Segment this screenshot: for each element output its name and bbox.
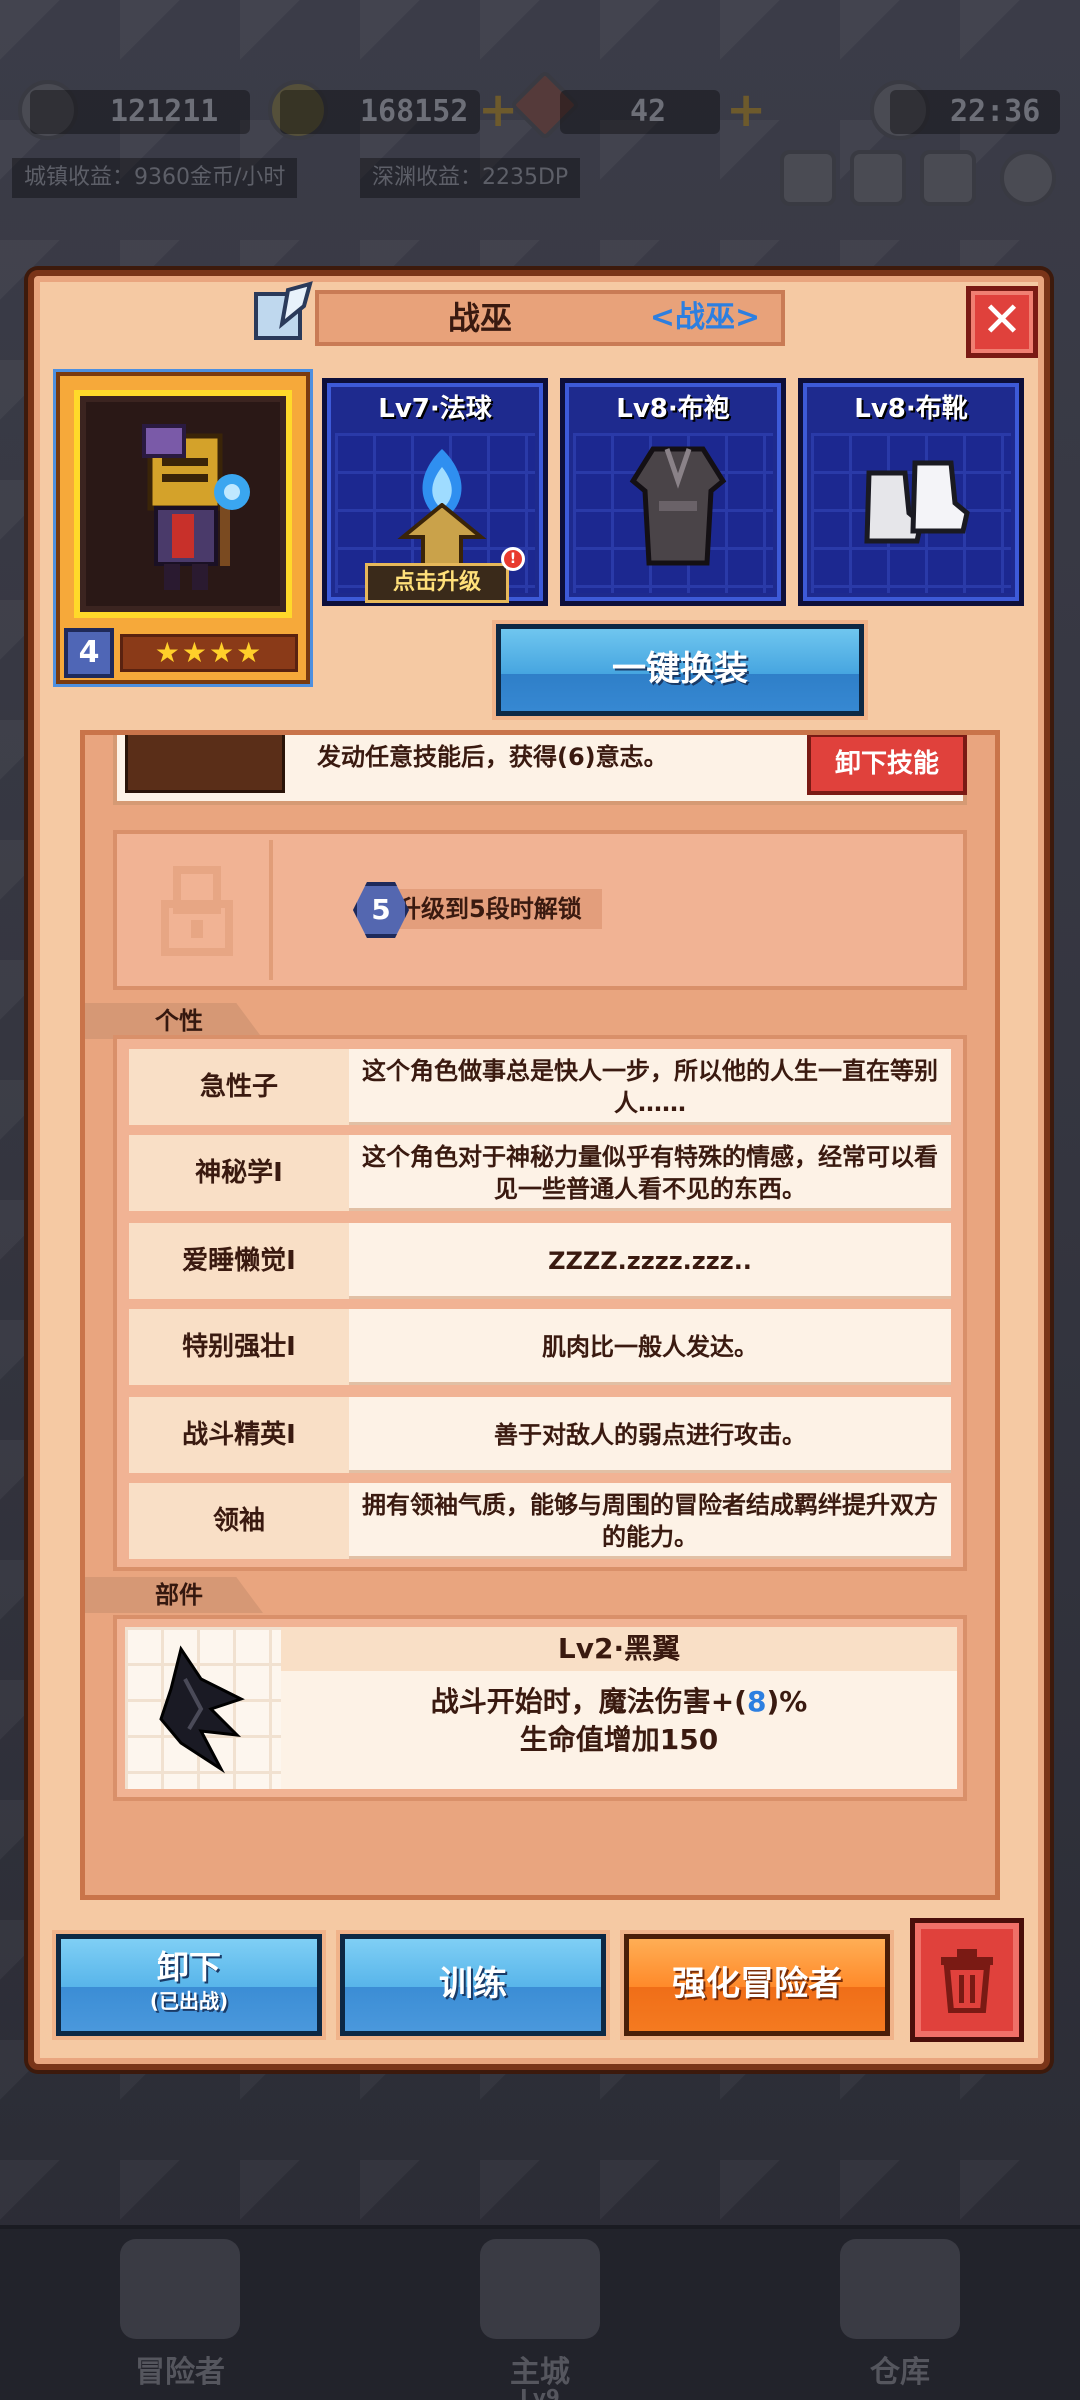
hero-stars: ★★★★ <box>120 634 298 672</box>
scroll-quill-icon <box>248 280 318 350</box>
upgrade-button[interactable]: 点击升级 <box>365 563 509 603</box>
part-card: Lv2·黑翼 战斗开始时，魔法伤害+(8)% 生命值增加150 <box>113 1615 967 1801</box>
part-effect-value: 8 <box>746 1685 767 1718</box>
trait-name: 战斗精英I <box>129 1397 349 1473</box>
upgrade-arrow-icon <box>397 503 487 567</box>
skill-description: 发动任意技能后，获得(6)意志。 <box>317 743 668 771</box>
enhance-adventurer-button[interactable]: 强化冒险者 <box>624 1934 890 2036</box>
equip-slot-armor[interactable]: Lv8·布袍 <box>560 378 786 606</box>
trait-description: 拥有领袖气质，能够与周围的冒险者结成羁绊提升双方的能力。 <box>362 1491 938 1551</box>
trait-description: 善于对敌人的弱点进行攻击。 <box>494 1421 806 1449</box>
knight-mage-icon <box>142 424 250 590</box>
settings-gear-icon[interactable] <box>1000 150 1056 206</box>
castle-icon <box>480 2239 600 2339</box>
trait-description: 这个角色做事总是快人一步，所以他的人生一直在等别人…… <box>362 1057 938 1117</box>
trait-name: 爱睡懒觉I <box>129 1223 349 1299</box>
equip-slot-weapon-label: Lv7·法球 <box>378 394 492 424</box>
hero-info-scroll-panel[interactable]: 发动任意技能后，获得(6)意志。 卸下技能 升级到5段时解锁 5 个性 急性子 … <box>80 730 1000 1900</box>
locked-skill-slot: 升级到5段时解锁 5 <box>113 830 967 990</box>
add-gold-button[interactable]: + <box>478 86 518 134</box>
equip-slot-armor-label: Lv8·布袍 <box>616 394 730 424</box>
characters-icon[interactable] <box>780 150 836 206</box>
part-effect: 战斗开始时，魔法伤害+(8)% 生命值增加150 <box>281 1683 957 1759</box>
trait-name: 特别强壮I <box>129 1309 349 1385</box>
nav-warehouse[interactable]: 仓库 <box>780 2229 1020 2400</box>
modal-subtitle: <战巫> <box>649 300 761 335</box>
trait-row: 急性子 这个角色做事总是快人一步，所以他的人生一直在等别人…… <box>129 1049 951 1125</box>
gem-value: 42 <box>560 90 720 134</box>
trash-icon <box>941 1949 993 2013</box>
equip-slot-boots-label: Lv8·布靴 <box>854 394 968 424</box>
nav-adventurer[interactable]: 冒险者 <box>60 2229 300 2400</box>
trait-row: 战斗精英I 善于对敌人的弱点进行攻击。 <box>129 1397 951 1473</box>
unequip-skill-button[interactable]: 卸下技能 <box>807 735 967 795</box>
hero-card[interactable]: 4 ★★★★ <box>56 372 310 684</box>
pet-icon[interactable] <box>850 150 906 206</box>
dismiss-hero-button[interactable] <box>910 1918 1024 2042</box>
equip-slot-weapon[interactable]: Lv7·法球 点击升级 ! <box>322 378 548 606</box>
part-name: Lv2·黑翼 <box>281 1627 957 1671</box>
compass-icon[interactable] <box>920 150 976 206</box>
robe-icon <box>629 446 727 566</box>
part-effect-line2: 生命值增加150 <box>519 1723 719 1756</box>
traits-section-tab: 个性 <box>85 1003 263 1039</box>
nav-main-city-level: Lv9 <box>520 2385 560 2400</box>
part-effect-suffix: )% <box>766 1685 808 1718</box>
modal-title: 战巫 <box>447 299 512 337</box>
skill-thumbnail-icon <box>125 735 285 793</box>
unequip-hero-sublabel: (已出战) <box>149 1989 229 2013</box>
unequip-hero-label: 卸下 <box>156 1948 221 1986</box>
traits-list: 急性子 这个角色做事总是快人一步，所以他的人生一直在等别人…… 神秘学I 这个角… <box>113 1035 967 1571</box>
trait-name: 领袖 <box>129 1483 349 1559</box>
boots-icon <box>864 460 970 544</box>
equip-slot-boots[interactable]: Lv8·布靴 <box>798 378 1024 606</box>
power-value: 121211 <box>30 90 250 134</box>
bottom-navigation: 冒险者 主城 Lv9 仓库 <box>0 2225 1080 2400</box>
town-income: 城镇收益：9360金币/小时 <box>12 158 298 198</box>
nav-main-city[interactable]: 主城 Lv9 <box>420 2229 660 2400</box>
trait-row: 神秘学I 这个角色对于神秘力量似乎有特殊的情感，经常可以看见一些普通人看不见的东… <box>129 1135 951 1211</box>
unequip-hero-button[interactable]: 卸下 (已出战) <box>56 1934 322 2036</box>
adventurer-helmet-icon <box>120 2239 240 2339</box>
trait-row: 爱睡懒觉I ZZZZ.zzzz.zzz.. <box>129 1223 951 1299</box>
nav-adventurer-label: 冒险者 <box>135 2355 225 2390</box>
trait-name: 急性子 <box>129 1049 349 1125</box>
hero-rank-badge: 4 <box>64 628 114 678</box>
add-gem-button[interactable]: + <box>726 86 766 134</box>
abyss-income: 深渊收益：2235DP <box>360 158 581 198</box>
trait-name: 神秘学I <box>129 1135 349 1211</box>
close-button[interactable]: ✕ <box>966 286 1038 358</box>
gold-value: 168152 <box>280 90 480 134</box>
resource-bar: 121211 168152 + 42 + 22:36 城镇收益：9360金币/小… <box>0 60 1080 240</box>
alert-badge-icon: ! <box>501 547 525 571</box>
one-click-equip-button[interactable]: 一键换装 <box>496 624 864 716</box>
trait-description: 这个角色对于神秘力量似乎有特殊的情感，经常可以看见一些普通人看不见的东西。 <box>362 1143 938 1203</box>
train-button[interactable]: 训练 <box>340 1934 606 2036</box>
lock-icon <box>161 866 233 956</box>
part-thumbnail <box>125 1627 281 1789</box>
skill-card: 发动任意技能后，获得(6)意志。 卸下技能 <box>113 735 967 805</box>
trait-description: ZZZZ.zzzz.zzz.. <box>548 1247 752 1275</box>
parts-section-tab: 部件 <box>85 1577 263 1613</box>
trait-description: 肌肉比一般人发达。 <box>542 1333 758 1361</box>
trait-row: 特别强壮I 肌肉比一般人发达。 <box>129 1309 951 1385</box>
warehouse-icon <box>840 2239 960 2339</box>
clock-time: 22:36 <box>890 90 1060 134</box>
close-icon: ✕ <box>981 292 1023 348</box>
part-effect-prefix: 战斗开始时，魔法伤害+( <box>430 1685 747 1718</box>
trait-row: 领袖 拥有领袖气质，能够与周围的冒险者结成羁绊提升双方的能力。 <box>129 1483 951 1559</box>
black-wing-icon <box>159 1645 245 1774</box>
nav-warehouse-label: 仓库 <box>870 2355 930 2390</box>
hero-portrait <box>74 390 292 618</box>
